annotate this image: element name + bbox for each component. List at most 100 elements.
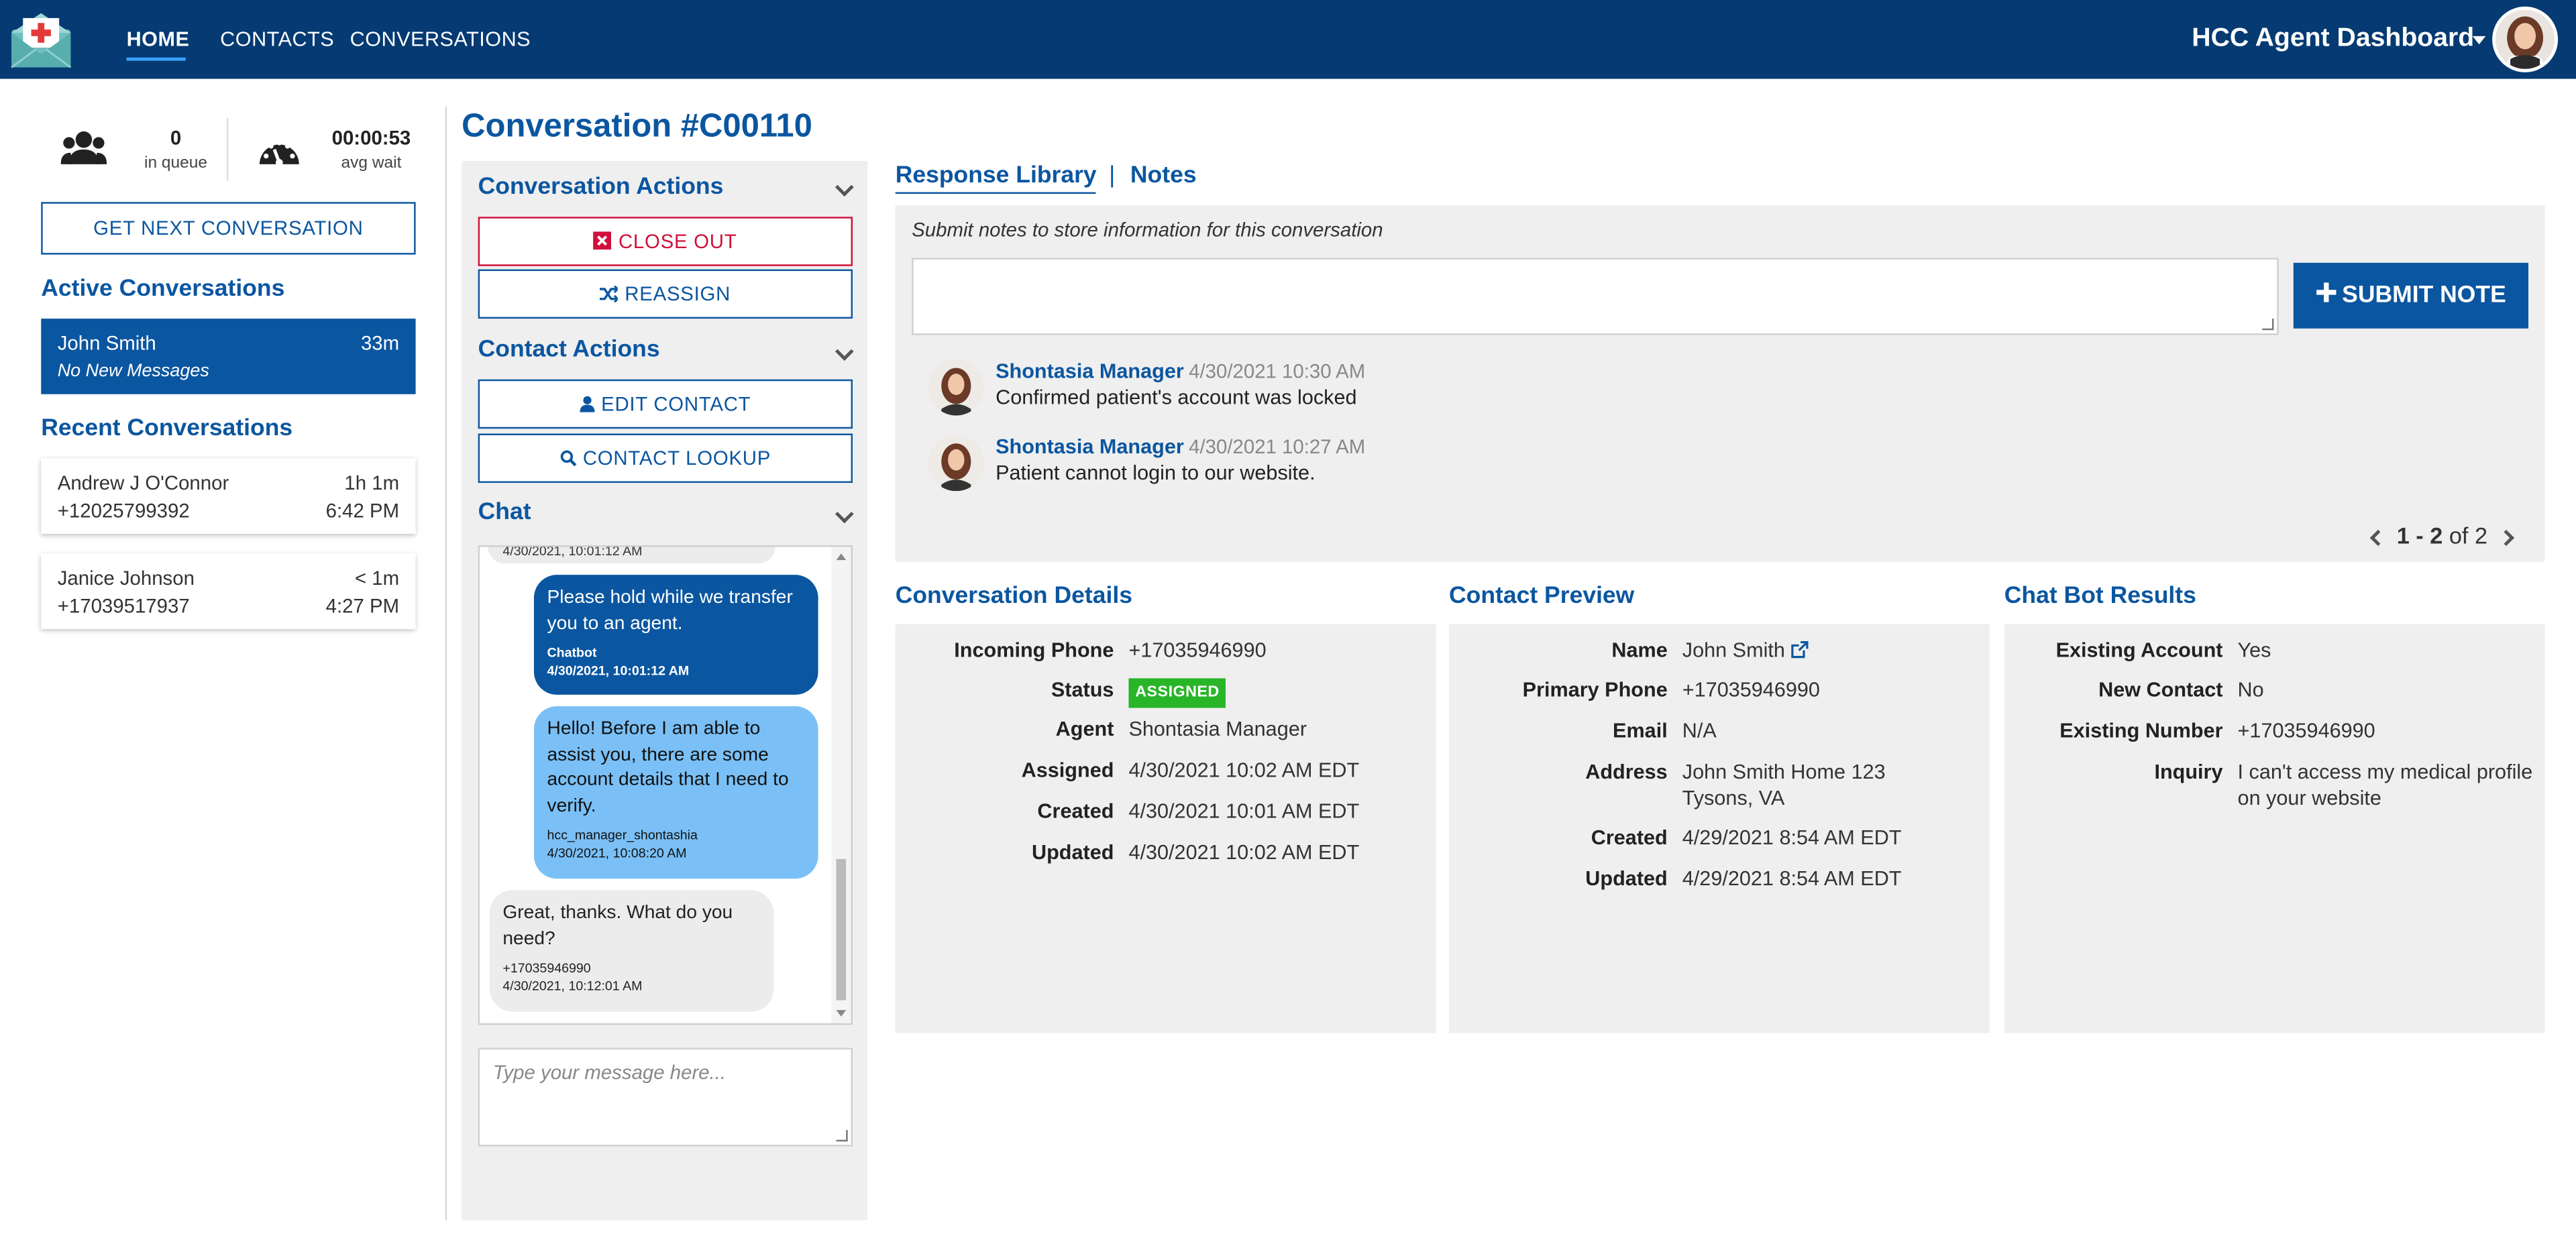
detail-value: No [2237,678,2264,701]
nav-home[interactable]: HOME [127,28,190,51]
reassign-label: REASSIGN [625,282,731,306]
active-conversation-time: 33m [360,331,400,355]
logo-icon[interactable] [10,10,72,69]
recent-conversation-phone: +12025799392 [57,499,190,522]
active-conversation-status: No New Messages [57,361,209,382]
resize-handle-icon[interactable] [836,1129,848,1142]
chat-transcript[interactable]: 4/30/2021, 10:01:12 AM Please hold while… [478,545,853,1025]
contact-name-link[interactable]: John Smith [1682,637,1978,665]
detail-value: 4/30/2021 10:01 AM EDT [1128,799,1360,823]
scroll-down-icon[interactable] [836,1010,847,1017]
detail-label: Incoming Phone [954,638,1114,662]
contact-lookup-button[interactable]: CONTACT LOOKUP [478,433,853,484]
contact-actions-heading: Contact Actions [478,337,660,363]
detail-value: +17035946990 [2237,719,2375,742]
chat-message-sender: Chatbot [547,645,597,661]
recent-conversation-time: 6:42 PM [325,499,400,522]
get-next-conversation-button[interactable]: GET NEXT CONVERSATION [41,202,416,255]
recent-conversation-item[interactable]: Andrew J O'Connor 1h 1m +12025799392 6:4… [41,458,416,534]
contact-name[interactable]: John Smith [1682,639,1785,662]
tab-active-indicator [895,192,1096,194]
speedometer-icon [256,131,303,179]
tab-response-library[interactable]: Response Library [896,162,1097,188]
contact-preview-panel: Name John Smith Primary Phone +170359469… [1449,624,1990,1033]
detail-label: Existing Account [2055,638,2223,662]
scrollbar-thumb[interactable] [836,858,847,1001]
address-line-2: Tysons, VA [1682,787,1785,810]
resize-handle-icon[interactable] [2262,319,2274,331]
chat-bot-results-heading: Chat Bot Results [2004,583,2196,610]
tab-notes[interactable]: Notes [1130,162,1197,188]
queue-label: in queue [144,154,208,173]
recent-conversation-item[interactable]: Janice Johnson < 1m +17039517937 4:27 PM [41,553,416,629]
detail-value: 4/30/2021 10:02 AM EDT [1128,840,1360,864]
detail-value: 4/29/2021 8:54 AM EDT [1682,867,1902,891]
chat-scrollbar[interactable] [831,547,851,1023]
actions-panel: Conversation Actions CLOSE OUT REASSIGN … [462,161,868,1221]
user-icon [580,382,595,429]
chevron-down-icon[interactable] [835,504,854,524]
close-out-button[interactable]: CLOSE OUT [478,217,853,266]
conversation-details-panel: Incoming Phone +17035946990 Status ASSIG… [895,624,1436,1033]
search-icon [560,437,576,483]
chat-heading: Chat [478,499,531,526]
chevron-down-icon[interactable] [835,342,854,361]
contact-preview-heading: Contact Preview [1449,583,1635,610]
note-timestamp: 4/30/2021 10:30 AM [1189,359,1366,383]
note-author-name[interactable]: Shontasia Manager [996,359,1184,382]
active-conversation-name: John Smith [57,331,156,355]
note-item: Shontasia Manager 4/30/2021 10:27 AM Pati… [928,435,2407,501]
plus-icon [2315,263,2336,329]
pager-total: of 2 [2449,522,2488,549]
top-navbar: HOME CONTACTS CONVERSATIONS HCC Agent Da… [0,0,2576,79]
chat-message-input[interactable]: Type your message here... [478,1048,853,1147]
edit-contact-button[interactable]: EDIT CONTACT [478,379,853,429]
detail-label: Assigned [1021,759,1114,782]
chevron-left-icon[interactable] [2369,529,2386,546]
note-author-name[interactable]: Shontasia Manager [996,435,1184,458]
detail-label: Status [1051,678,1114,701]
reassign-button[interactable]: REASSIGN [478,269,853,319]
nav-conversations[interactable]: CONVERSATIONS [350,28,531,51]
user-avatar[interactable] [2492,6,2559,72]
detail-label: Updated [1585,867,1668,891]
chat-message-text: Great, thanks. What do you need? [502,903,733,949]
app-root: { "nav": { "links": ["HOME", "CONTACTS",… [0,0,2576,1221]
chevron-right-icon[interactable] [2498,529,2515,546]
external-link-icon[interactable] [1790,638,1809,665]
note-item: Shontasia Manager 4/30/2021 10:30 AM Conf… [928,359,2407,425]
active-conversation-item[interactable]: John Smith 33m No New Messages [41,319,416,394]
notes-help-text: Submit notes to store information for th… [912,218,1383,242]
detail-value: +17035946990 [1128,638,1267,662]
note-author[interactable]: Shontasia Manager 4/30/2021 10:30 AM [996,359,1365,382]
chat-message-time: 4/30/2021, 10:08:20 AM [547,846,687,861]
chat-message-customer: Great, thanks. What do you need? +170359… [489,890,774,1012]
detail-label: New Contact [2098,678,2223,701]
note-author[interactable]: Shontasia Manager 4/30/2021 10:27 AM [996,435,1365,458]
nav-active-indicator [126,57,186,61]
chevron-down-icon[interactable] [835,178,854,197]
detail-label: Email [1613,719,1668,742]
submit-note-button[interactable]: SUBMIT NOTE [2293,262,2529,329]
recent-conversation-name: Andrew J O'Connor [57,471,229,495]
chat-message-text: Please hold while we transfer you to an … [547,587,793,634]
notes-panel: Submit notes to store information for th… [895,205,2545,562]
caret-down-icon[interactable] [2472,36,2486,45]
detail-value: N/A [1682,719,1717,742]
queue-count: 0 [170,126,182,150]
chat-message-time: 4/30/2021, 10:01:12 AM [547,663,690,679]
recent-conversation-name: Janice Johnson [57,566,195,590]
nav-contacts[interactable]: CONTACTS [220,28,334,51]
note-text: Patient cannot login to our website. [996,461,1316,485]
close-square-icon [594,220,612,266]
tab-separator: | [1109,162,1116,189]
column-divider [445,107,447,1221]
scroll-up-icon[interactable] [836,553,847,561]
recent-conversation-duration: 1h 1m [344,471,400,495]
avg-wait-value: 00:00:53 [331,126,411,150]
dashboard-title[interactable]: HCC Agent Dashboard [2192,25,2474,54]
note-input[interactable] [912,258,2279,335]
detail-value: Shontasia Manager [1128,718,1307,741]
edit-contact-label: EDIT CONTACT [601,392,751,416]
conversation-actions-heading: Conversation Actions [478,174,724,201]
